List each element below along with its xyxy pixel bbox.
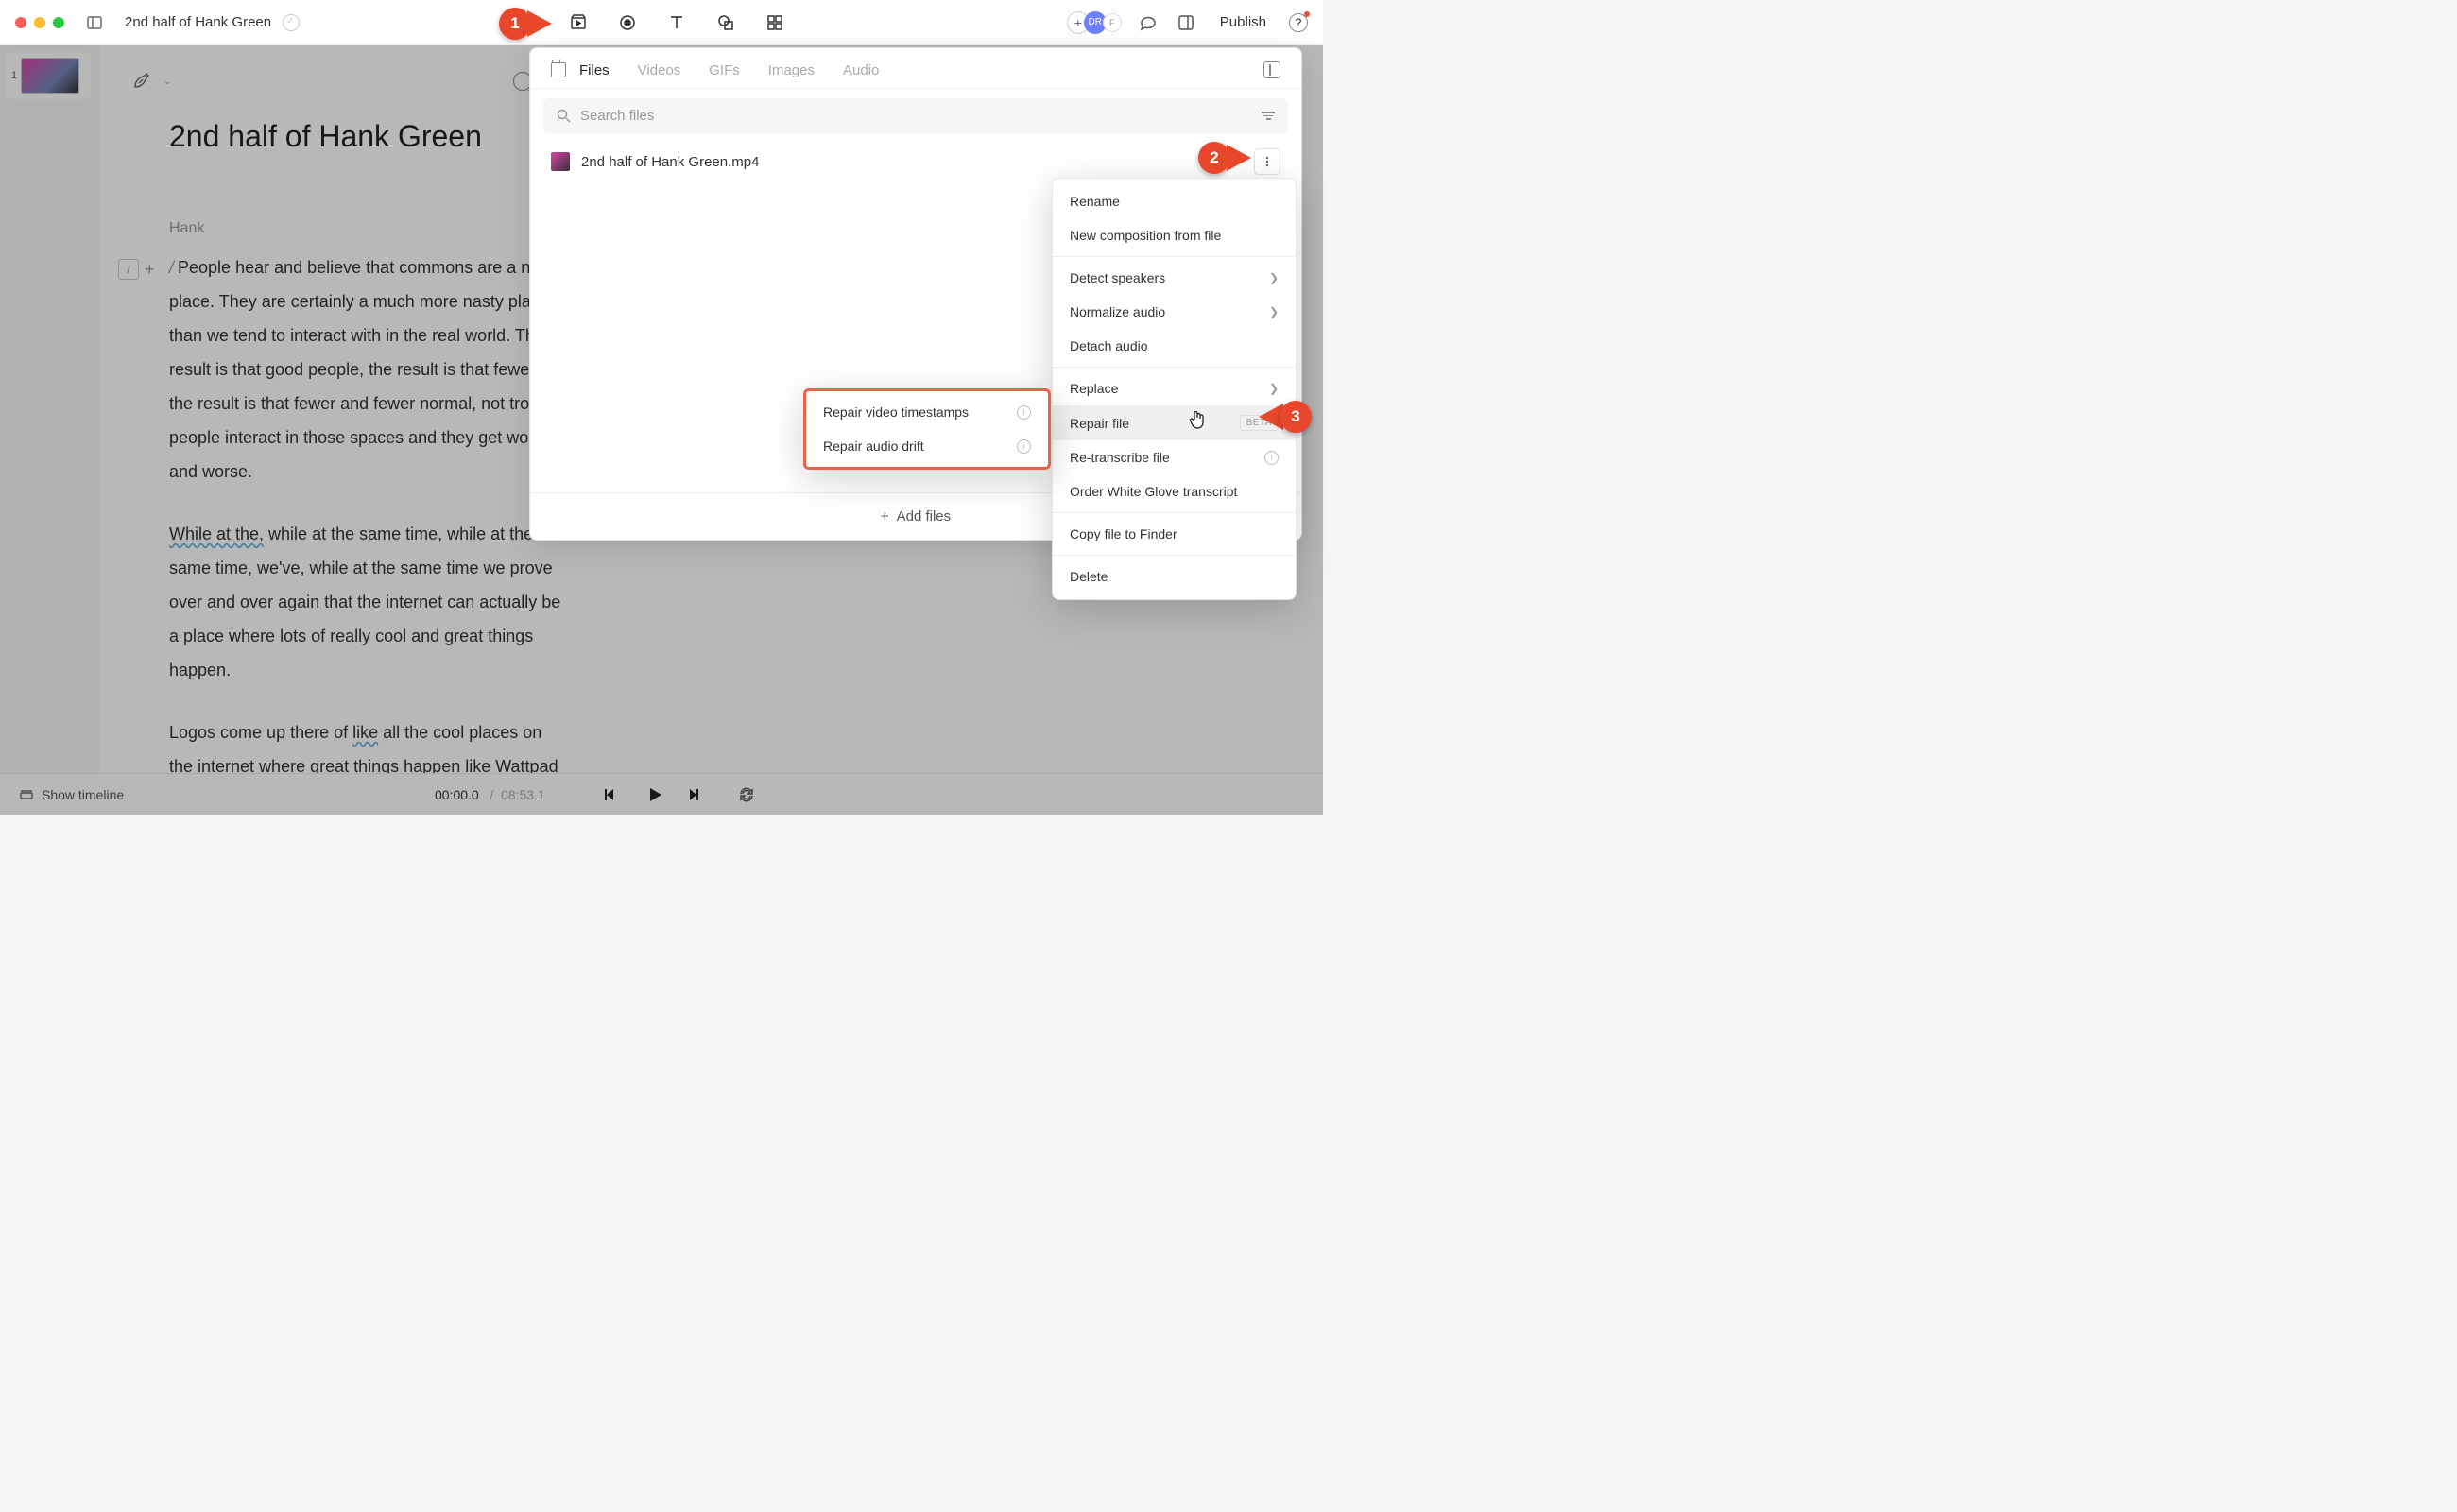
submenu-repair-timestamps[interactable]: Repair video timestampsi — [806, 395, 1048, 429]
minimize-window-icon[interactable] — [34, 17, 45, 28]
collapse-panel-icon[interactable] — [1263, 61, 1280, 78]
arrow-right-icon — [527, 10, 552, 37]
status-check-icon — [283, 14, 300, 31]
shapes-tool-icon[interactable] — [714, 11, 737, 34]
callout-3: 3 — [1259, 401, 1312, 433]
info-icon: i — [1017, 439, 1031, 454]
file-context-menu: Rename New composition from file Detect … — [1052, 178, 1297, 600]
search-icon — [557, 109, 571, 123]
more-vertical-icon — [1261, 155, 1274, 168]
templates-icon[interactable] — [764, 11, 786, 34]
menu-delete[interactable]: Delete — [1053, 559, 1296, 593]
close-window-icon[interactable] — [15, 17, 26, 28]
app-toolbar: 2nd half of Hank Green + DR F Pu — [0, 0, 1323, 45]
tab-videos[interactable]: Videos — [638, 62, 681, 78]
file-name: 2nd half of Hank Green.mp4 — [581, 154, 759, 170]
menu-normalize-audio[interactable]: Normalize audio❯ — [1053, 295, 1296, 329]
maximize-window-icon[interactable] — [53, 17, 64, 28]
menu-detect-speakers[interactable]: Detect speakers❯ — [1053, 261, 1296, 295]
cursor-icon — [1189, 410, 1206, 429]
filter-icon[interactable] — [1262, 112, 1275, 120]
callout-1: 1 — [499, 8, 552, 40]
tab-audio[interactable]: Audio — [843, 62, 879, 78]
plus-icon: + — [881, 508, 889, 524]
menu-separator — [1053, 555, 1296, 556]
panel-toggle-icon[interactable] — [1175, 11, 1197, 34]
menu-rename[interactable]: Rename — [1053, 184, 1296, 218]
tab-gifs[interactable]: GIFs — [709, 62, 740, 78]
project-title: 2nd half of Hank Green — [125, 14, 271, 30]
file-thumbnail-icon — [551, 152, 570, 171]
submenu-repair-drift[interactable]: Repair audio drifti — [806, 429, 1048, 463]
add-files-label: Add files — [897, 508, 952, 524]
menu-white-glove[interactable]: Order White Glove transcript — [1053, 474, 1296, 508]
chevron-right-icon: ❯ — [1269, 382, 1279, 395]
info-icon: i — [1017, 405, 1031, 420]
arrow-right-icon — [1227, 145, 1251, 171]
text-tool-icon[interactable] — [665, 11, 688, 34]
search-files-field[interactable] — [543, 98, 1288, 133]
window-controls[interactable] — [15, 17, 64, 28]
publish-button[interactable]: Publish — [1212, 10, 1274, 34]
tab-images[interactable]: Images — [768, 62, 815, 78]
search-input[interactable] — [580, 108, 1252, 124]
collaborator-avatar-2[interactable]: F — [1103, 13, 1122, 32]
menu-retranscribe[interactable]: Re-transcribe filei — [1053, 440, 1296, 474]
menu-detach-audio[interactable]: Detach audio — [1053, 329, 1296, 363]
menu-separator — [1053, 367, 1296, 368]
comments-icon[interactable] — [1137, 11, 1160, 34]
sidebar-toggle-icon[interactable] — [83, 11, 106, 34]
folder-icon — [551, 62, 566, 77]
callout-2: 2 — [1198, 142, 1251, 174]
help-icon[interactable]: ? — [1289, 13, 1308, 32]
menu-copy-to-finder[interactable]: Copy file to Finder — [1053, 517, 1296, 551]
chevron-right-icon: ❯ — [1269, 271, 1279, 284]
info-icon: i — [1264, 451, 1279, 465]
repair-submenu: Repair video timestampsi Repair audio dr… — [803, 388, 1051, 470]
menu-separator — [1053, 512, 1296, 513]
tab-files[interactable]: Files — [579, 62, 610, 78]
menu-separator — [1053, 256, 1296, 257]
file-more-button[interactable] — [1254, 148, 1280, 175]
menu-new-composition[interactable]: New composition from file — [1053, 218, 1296, 252]
record-icon[interactable] — [616, 11, 639, 34]
media-library-icon[interactable] — [567, 11, 590, 34]
chevron-right-icon: ❯ — [1269, 305, 1279, 318]
